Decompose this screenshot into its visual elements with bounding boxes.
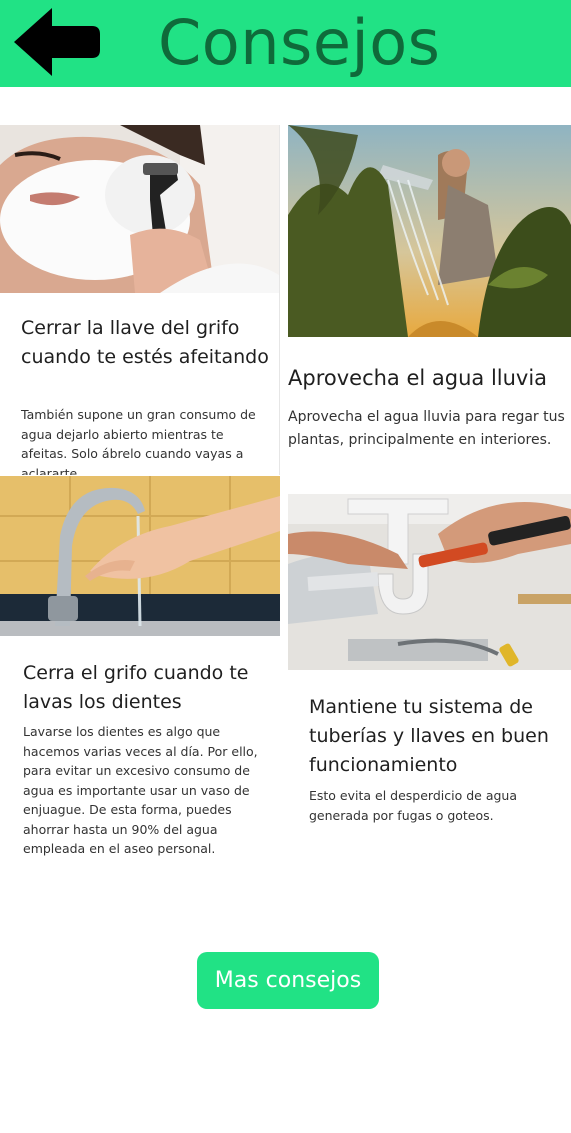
back-button[interactable] [12,6,102,78]
tip-card-pipes: Mantiene tu sistema de tuberías y llaves… [288,494,571,834]
tip-description: Lavarse los dientes es algo que hacemos … [23,724,258,856]
more-tips-button[interactable]: Mas consejos [197,952,379,1009]
arrow-left-icon [14,8,100,76]
page-title: Consejos [158,6,441,79]
man-shaving-photo [0,125,279,293]
watering-plants-photo [288,125,571,337]
tip-description: También supone un gran consumo de agua d… [21,407,256,475]
pipe-repair-photo [288,494,571,670]
faucet-hand-photo [0,476,280,636]
tip-title: Mantiene tu sistema de tuberías y llaves… [309,696,549,776]
tip-card-rainwater: Aprovecha el agua lluvia Aprovecha el ag… [288,125,571,470]
tip-description: Aprovecha el agua lluvia para regar tus … [288,409,565,448]
tip-description: Esto evita el desperdicio de agua genera… [309,788,517,823]
tip-title: Cerra el grifo cuando te lavas los dient… [23,662,249,713]
card-divider [279,125,280,475]
header-bar: Consejos [0,0,571,87]
tip-card-shaving: Cerrar la llave del grifo cuando te esté… [0,125,279,475]
tip-card-teeth: Cerra el grifo cuando te lavas los dient… [0,476,280,861]
tip-title: Aprovecha el agua lluvia [288,366,548,390]
tip-title: Cerrar la llave del grifo cuando te esté… [21,317,269,368]
